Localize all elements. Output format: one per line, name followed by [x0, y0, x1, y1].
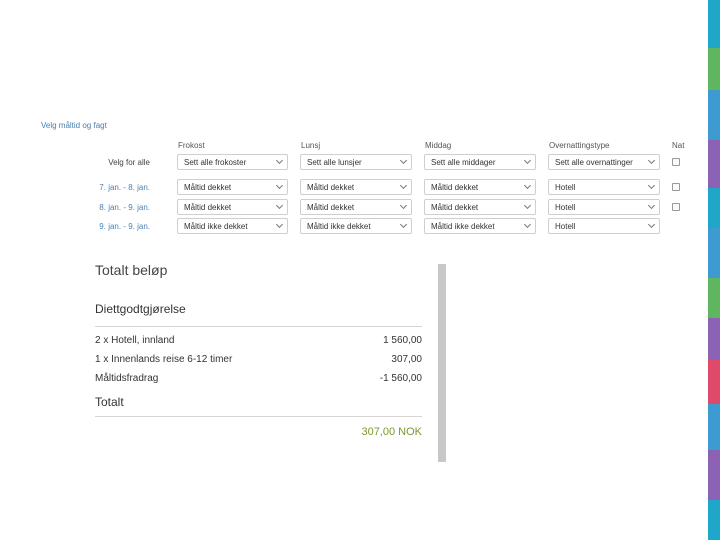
- select-value: Sett alle frokoster: [184, 158, 247, 167]
- line-item-label: 2 x Hotell, innland: [95, 335, 175, 346]
- chevron-down-icon: [399, 156, 408, 165]
- select-value: Hotell: [555, 183, 576, 192]
- chevron-down-icon: [275, 181, 284, 190]
- select-value: Måltid dekket: [307, 183, 355, 192]
- lunch-select[interactable]: Måltid dekket: [300, 179, 412, 195]
- lunch-select[interactable]: Måltid dekket: [300, 199, 412, 215]
- divider: [95, 416, 422, 417]
- chevron-down-icon: [399, 181, 408, 190]
- stripe: [708, 48, 720, 90]
- row-label-set-all: Velg for alle: [108, 158, 150, 167]
- chevron-down-icon: [647, 220, 656, 229]
- column-header-dinner: Middag: [425, 141, 452, 150]
- line-item-amount: -1 560,00: [379, 373, 422, 384]
- chevron-down-icon: [647, 201, 656, 210]
- chevron-down-icon: [399, 201, 408, 210]
- line-item-label: Måltidsfradrag: [95, 373, 159, 384]
- select-value: Sett alle lunsjer: [307, 158, 362, 167]
- chevron-down-icon: [275, 201, 284, 210]
- stripe: [708, 140, 720, 188]
- column-header-overnight: Overnattingstype: [549, 141, 610, 150]
- dinner-select[interactable]: Måltid dekket: [424, 179, 536, 195]
- line-item-amount: 1 560,00: [383, 335, 422, 346]
- lunch-select[interactable]: Måltid ikke dekket: [300, 218, 412, 234]
- overnight-select[interactable]: Hotell: [548, 218, 660, 234]
- dinner-select[interactable]: Måltid ikke dekket: [424, 218, 536, 234]
- select-value: Måltid dekket: [431, 203, 479, 212]
- chevron-down-icon: [523, 220, 532, 229]
- scrollbar[interactable]: [438, 264, 446, 462]
- set-all-breakfast-select[interactable]: Sett alle frokoster: [177, 154, 288, 170]
- night-checkbox[interactable]: [672, 183, 680, 191]
- overnight-select[interactable]: Hotell: [548, 179, 660, 195]
- overnight-select[interactable]: Hotell: [548, 199, 660, 215]
- select-value: Måltid ikke dekket: [307, 222, 371, 231]
- select-value: Måltid ikke dekket: [431, 222, 495, 231]
- column-header-night: Nat: [672, 141, 685, 150]
- total-amount: 307,00 NOK: [361, 426, 422, 438]
- night-checkbox[interactable]: [672, 203, 680, 211]
- set-all-dinner-select[interactable]: Sett alle middager: [424, 154, 536, 170]
- column-header-breakfast: Frokost: [178, 141, 205, 150]
- chevron-down-icon: [275, 156, 284, 165]
- set-all-lunch-select[interactable]: Sett alle lunsjer: [300, 154, 412, 170]
- line-item-label: 1 x Innenlands reise 6-12 timer: [95, 354, 233, 365]
- select-value: Sett alle overnattinger: [555, 158, 633, 167]
- chevron-down-icon: [523, 181, 532, 190]
- stripe: [708, 360, 720, 404]
- summary-title: Totalt beløp: [95, 262, 168, 278]
- row-label-date: 8. jan. - 9. jan.: [99, 203, 150, 212]
- line-item: 1 x Innenlands reise 6-12 timer 307,00: [95, 354, 422, 365]
- stripe: [708, 0, 720, 48]
- line-item: 2 x Hotell, innland 1 560,00: [95, 335, 422, 346]
- breakfast-select[interactable]: Måltid dekket: [177, 199, 288, 215]
- stripe: [708, 188, 720, 228]
- stripe: [708, 500, 720, 540]
- chevron-down-icon: [647, 181, 656, 190]
- chevron-down-icon: [523, 201, 532, 210]
- row-label-date: 9. jan. - 9. jan.: [99, 222, 150, 231]
- select-value: Måltid dekket: [184, 203, 232, 212]
- select-value: Hotell: [555, 203, 576, 212]
- total-label: Totalt: [95, 395, 124, 409]
- set-all-overnight-select[interactable]: Sett alle overnattinger: [548, 154, 660, 170]
- stripe: [708, 90, 720, 140]
- column-header-lunch: Lunsj: [301, 141, 321, 150]
- stripe: [708, 450, 720, 500]
- stripe: [708, 278, 720, 318]
- select-value: Sett alle middager: [431, 158, 496, 167]
- select-value: Måltid dekket: [184, 183, 232, 192]
- chevron-down-icon: [275, 220, 284, 229]
- breakfast-select[interactable]: Måltid ikke dekket: [177, 218, 288, 234]
- chevron-down-icon: [647, 156, 656, 165]
- select-value: Måltid dekket: [307, 203, 355, 212]
- decorative-edge: [708, 0, 720, 540]
- select-value: Måltid dekket: [431, 183, 479, 192]
- allowance-subtitle: Diettgodtgjørelse: [95, 302, 186, 316]
- stripe: [708, 404, 720, 450]
- chevron-down-icon: [399, 220, 408, 229]
- stripe: [708, 318, 720, 360]
- divider: [95, 326, 422, 327]
- select-value: Måltid ikke dekket: [184, 222, 248, 231]
- stripe: [708, 228, 720, 278]
- line-item: Måltidsfradrag -1 560,00: [95, 373, 422, 384]
- chevron-down-icon: [523, 156, 532, 165]
- breakfast-select[interactable]: Måltid dekket: [177, 179, 288, 195]
- section-title: Velg måltid og fagt: [41, 121, 107, 130]
- row-label-date: 7. jan. - 8. jan.: [99, 183, 150, 192]
- set-all-night-checkbox[interactable]: [672, 158, 680, 166]
- select-value: Hotell: [555, 222, 576, 231]
- dinner-select[interactable]: Måltid dekket: [424, 199, 536, 215]
- line-item-amount: 307,00: [391, 354, 422, 365]
